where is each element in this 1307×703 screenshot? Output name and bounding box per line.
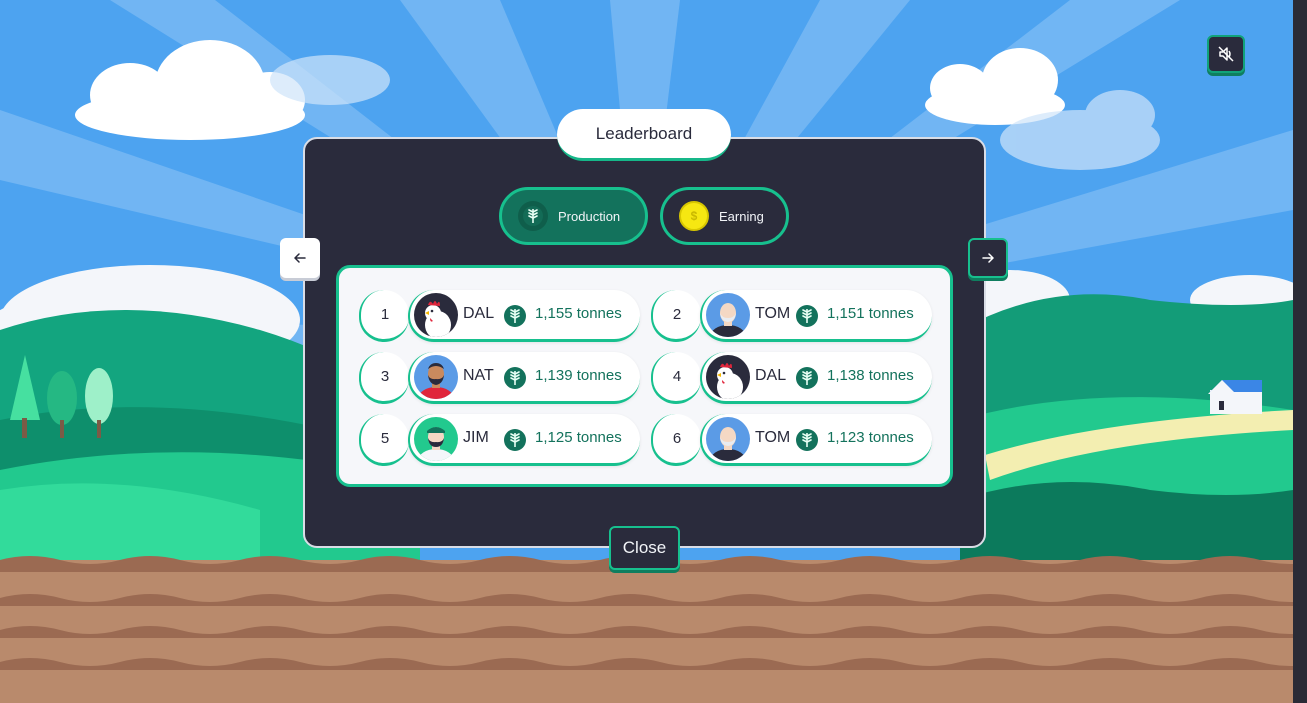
sound-off-icon — [1218, 46, 1234, 62]
next-page-button[interactable] — [968, 238, 1008, 278]
player-pill: TOM 1,123 tonnes — [700, 414, 932, 466]
tab-production-label: Production — [558, 208, 621, 224]
bearded-man-avatar — [414, 355, 458, 399]
wheat-icon — [504, 367, 526, 389]
coin-icon: $ — [679, 201, 709, 231]
player-score: 1,138 tonnes — [827, 367, 914, 384]
player-name: JIM — [463, 429, 489, 446]
arrow-right-icon — [982, 253, 994, 263]
player-score: 1,139 tonnes — [535, 367, 622, 384]
farmer-avatar — [414, 417, 458, 461]
player-name: DAL — [463, 305, 495, 322]
rank-number: 1 — [359, 290, 409, 342]
previous-page-button[interactable] — [280, 238, 320, 278]
player-score: 1,123 tonnes — [827, 429, 914, 446]
rank-number: 4 — [651, 352, 701, 404]
player-pill: DAL 1,138 tonnes — [700, 352, 932, 404]
player-pill: NAT 1,139 tonnes — [408, 352, 640, 404]
player-score: 1,151 tonnes — [827, 305, 914, 322]
wheat-icon — [796, 367, 818, 389]
player-pill: DAL 1,155 tonnes — [408, 290, 640, 342]
player-pill: TOM 1,151 tonnes — [700, 290, 932, 342]
tab-earning[interactable]: $ Earning — [660, 187, 789, 245]
leaderboard-title: Leaderboard — [557, 109, 731, 161]
arrow-left-icon — [294, 253, 306, 263]
leaderboard-list: 1 DAL 1,155 tonnes 2 TOM 1,151 tonnes 3 … — [336, 265, 953, 487]
bald-man-avatar — [706, 293, 750, 337]
wheat-icon — [796, 429, 818, 451]
player-score: 1,155 tonnes — [535, 305, 622, 322]
rank-number: 2 — [651, 290, 701, 342]
player-name: TOM — [755, 305, 791, 322]
bald-man-avatar — [706, 417, 750, 461]
wheat-icon — [504, 429, 526, 451]
rank-number: 5 — [359, 414, 409, 466]
rooster-avatar — [414, 293, 458, 337]
wheat-icon — [796, 305, 818, 327]
player-name: NAT — [463, 367, 494, 384]
player-name: TOM — [755, 429, 791, 446]
tab-production[interactable]: Production — [499, 187, 648, 245]
rank-number: 6 — [651, 414, 701, 466]
wheat-icon — [518, 201, 548, 231]
rank-number: 3 — [359, 352, 409, 404]
close-button[interactable]: Close — [609, 526, 680, 570]
tab-earning-label: Earning — [719, 208, 764, 224]
rooster-avatar — [706, 355, 750, 399]
mute-button[interactable] — [1207, 35, 1245, 73]
player-name: DAL — [755, 367, 787, 384]
player-score: 1,125 tonnes — [535, 429, 622, 446]
player-pill: JIM 1,125 tonnes — [408, 414, 640, 466]
wheat-icon — [504, 305, 526, 327]
